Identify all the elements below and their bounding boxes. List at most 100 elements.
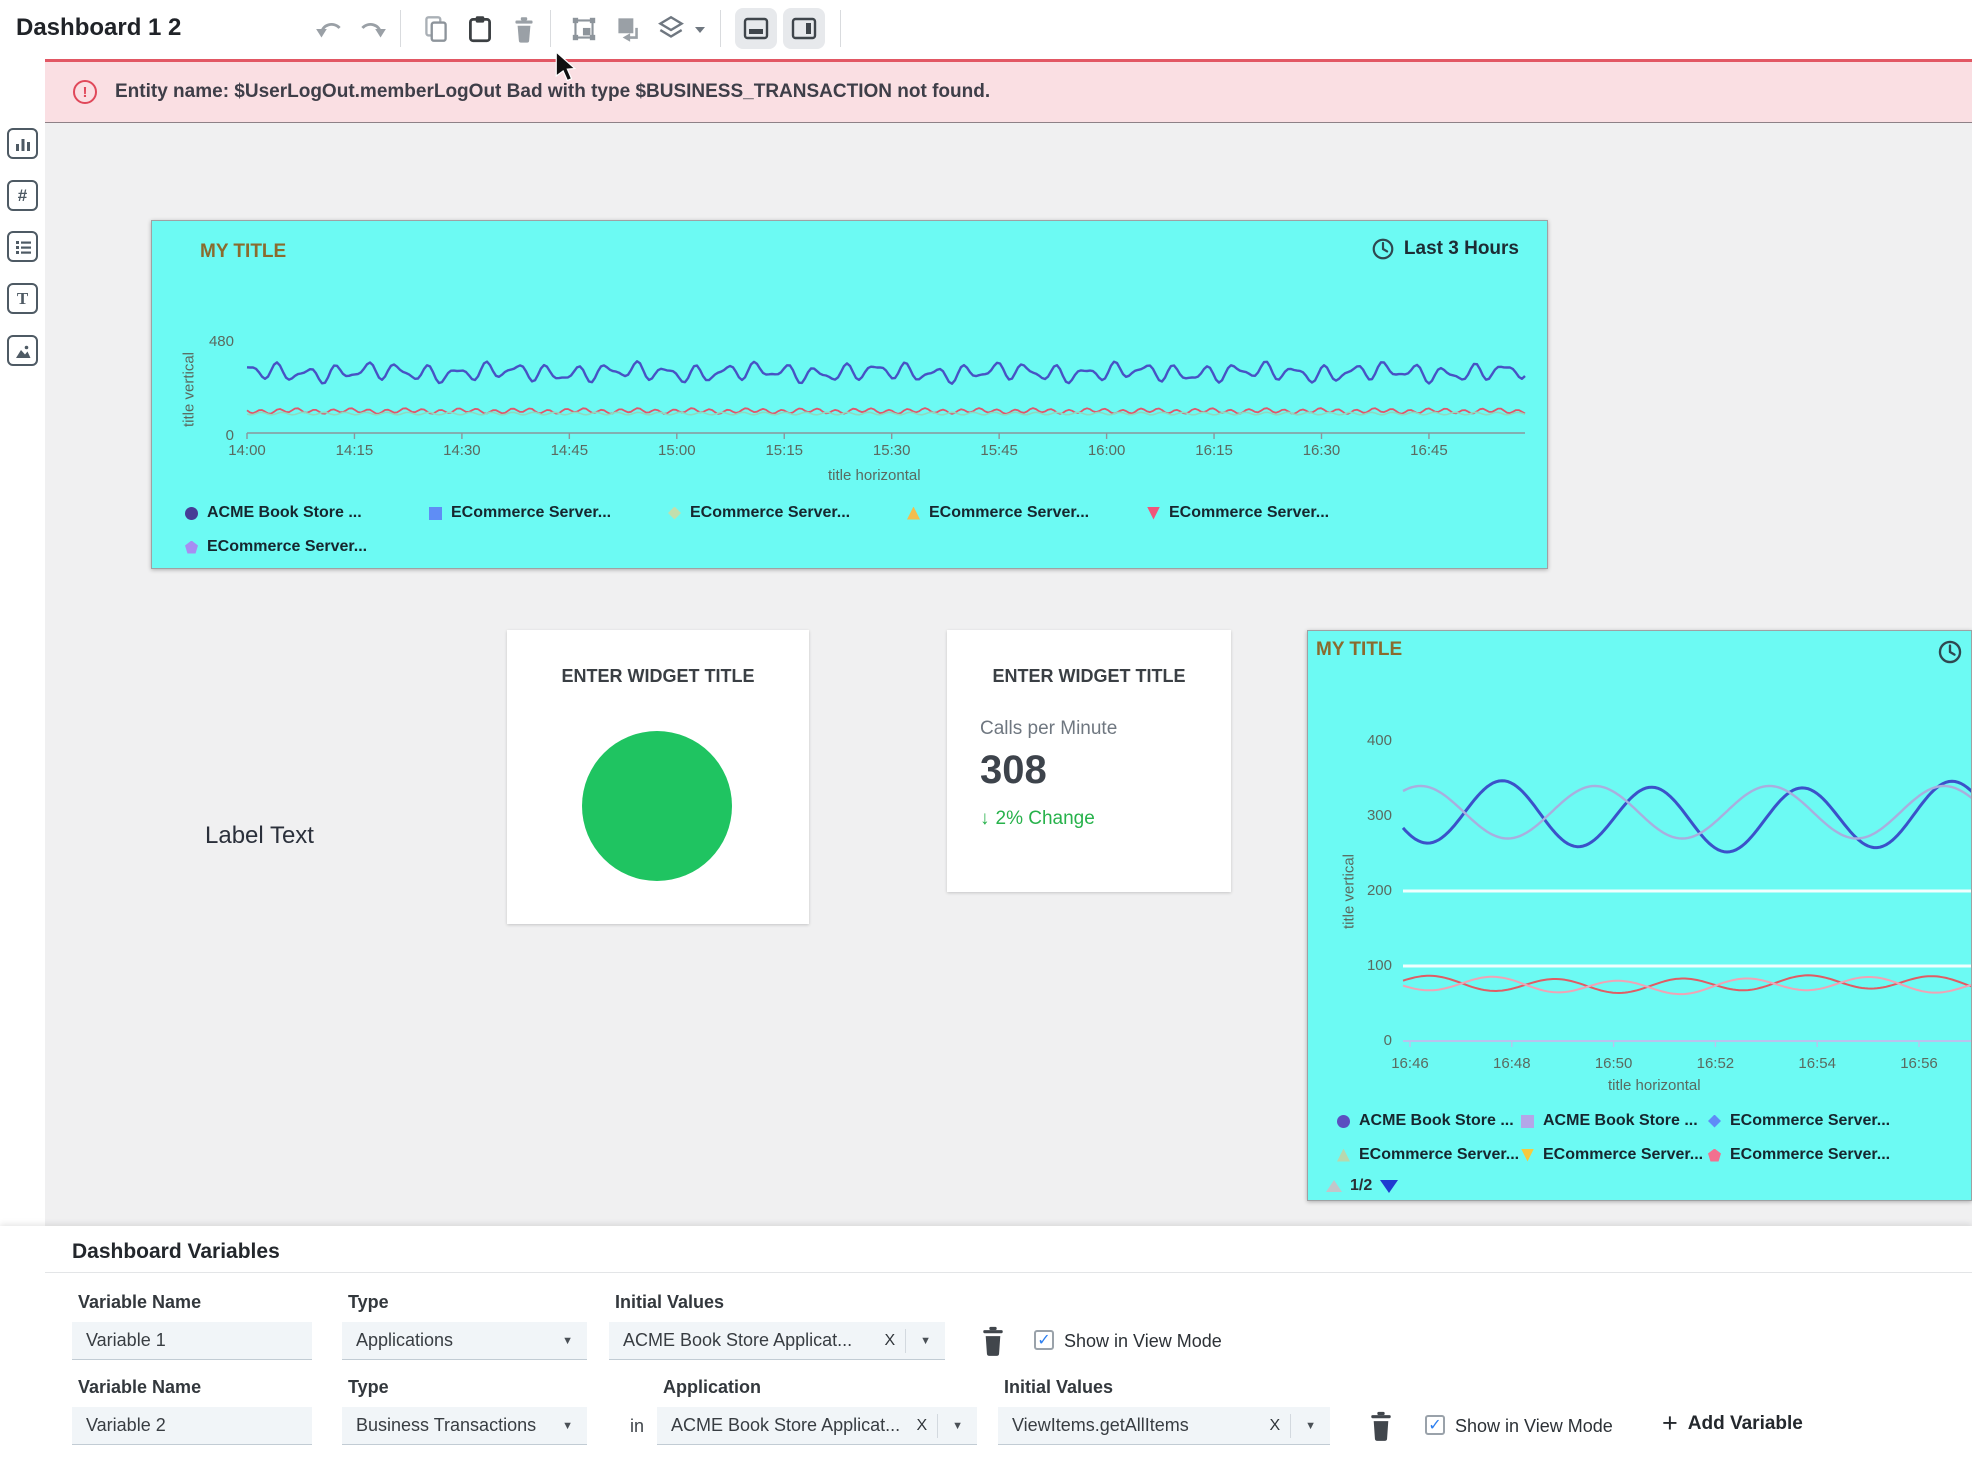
x-axis-tick: 16:15 (1182, 442, 1246, 459)
circle-marker-icon (185, 507, 198, 520)
type-select[interactable]: Applications ▼ (342, 1322, 587, 1360)
add-image-widget-button[interactable] (7, 335, 38, 366)
chevron-down-icon[interactable]: ▼ (906, 1335, 945, 1347)
trash-icon[interactable] (508, 13, 540, 45)
x-axis-tick: 16:50 (1582, 1055, 1646, 1072)
time-range-label: Last 3 Hours (1404, 238, 1519, 260)
add-text-widget-button[interactable]: T (7, 283, 38, 314)
x-axis-title: title horizontal (828, 467, 921, 484)
health-widget[interactable]: ENTER WIDGET TITLE (507, 630, 809, 924)
add-chart-widget-button[interactable] (7, 128, 38, 159)
x-axis-tick: 15:30 (860, 442, 924, 459)
remove-token-icon[interactable]: X (1259, 1417, 1290, 1435)
chevron-down-icon: ▼ (562, 1420, 587, 1432)
x-axis-tick: 15:45 (967, 442, 1031, 459)
x-axis-tick: 14:45 (537, 442, 601, 459)
initial-values-field[interactable]: ACME Book Store Applicat... X ▼ (609, 1322, 945, 1360)
widget-title: ENTER WIDGET TITLE (507, 666, 809, 687)
metric-widget[interactable]: ENTER WIDGET TITLE Calls per Minute 308 … (947, 630, 1231, 892)
add-variable-button[interactable]: + Add Variable (1662, 1410, 1803, 1437)
down-arrow-icon: ↓ (980, 808, 990, 830)
legend-label: ECommerce Server... (1169, 504, 1329, 522)
legend-item[interactable]: ECommerce Server... (1337, 1146, 1519, 1164)
show-in-view-mode-checkbox[interactable]: ✓ (1425, 1415, 1445, 1435)
delete-variable-icon[interactable] (978, 1324, 1008, 1358)
clock-icon[interactable] (1937, 639, 1963, 665)
legend-item[interactable]: ACME Book Store ... (1337, 1112, 1514, 1130)
add-number-widget-button[interactable]: # (7, 180, 38, 211)
undo-icon[interactable] (314, 13, 346, 45)
chevron-down-icon: ▼ (562, 1335, 587, 1347)
add-variable-label: Add Variable (1688, 1413, 1803, 1435)
toolbar-separator (400, 10, 401, 47)
chevron-down-icon[interactable]: ▼ (1291, 1420, 1330, 1432)
legend-item[interactable]: ECommerce Server... (1521, 1146, 1703, 1164)
bring-to-front-icon[interactable] (568, 13, 600, 45)
type-value: Applications (342, 1330, 562, 1351)
time-range[interactable]: Last 3 Hours (1371, 237, 1519, 261)
x-axis-tick: 16:56 (1887, 1055, 1951, 1072)
dashboard-canvas[interactable]: MY TITLE Last 3 Hours title vertical 480… (45, 123, 1972, 1226)
legend-item[interactable]: ECommerce Server... (1708, 1146, 1890, 1164)
remove-token-icon[interactable]: X (874, 1332, 905, 1350)
type-select[interactable]: Business Transactions ▼ (342, 1407, 587, 1445)
legend-item[interactable]: ECommerce Server... (907, 504, 1089, 522)
toggle-right-panel-button[interactable] (783, 8, 825, 49)
panel-title: Dashboard Variables (72, 1240, 280, 1264)
legend-label: ACME Book Store ... (207, 504, 362, 522)
initial-values-field[interactable]: ViewItems.getAllItems X ▼ (998, 1407, 1330, 1445)
legend-item[interactable]: ECommerce Server... (1147, 504, 1329, 522)
circle-marker-icon (1337, 1115, 1350, 1128)
toggle-bottom-panel-button[interactable] (735, 8, 777, 49)
chevron-down-icon[interactable]: ▼ (938, 1420, 977, 1432)
initial-value-token: ACME Book Store Applicat... (609, 1330, 874, 1351)
legend-item[interactable]: ECommerce Server... (429, 504, 611, 522)
variable-name-label: Variable Name (78, 1292, 201, 1313)
copy-icon[interactable] (420, 13, 452, 45)
hash-icon: # (18, 186, 27, 206)
timeseries-widget-2[interactable]: MY TITLE title vertical 4003002001000 16… (1307, 630, 1972, 1201)
delete-variable-icon[interactable] (1366, 1409, 1396, 1443)
y-axis-tick: 200 (1346, 882, 1392, 899)
legend-item[interactable]: ECommerce Server... (668, 504, 850, 522)
x-axis-tick: 16:30 (1290, 442, 1354, 459)
timeseries-widget-1[interactable]: MY TITLE Last 3 Hours title vertical 480… (151, 220, 1548, 569)
pager-down-icon[interactable] (1380, 1180, 1398, 1193)
initial-values-label: Initial Values (615, 1292, 724, 1313)
error-message: Entity name: $UserLogOut.memberLogOut Ba… (115, 81, 990, 103)
application-field[interactable]: ACME Book Store Applicat... X ▼ (657, 1407, 977, 1445)
diamond-marker-icon (1708, 1115, 1721, 1128)
legend-label: ECommerce Server... (1730, 1146, 1890, 1164)
y-axis-tick: 100 (1346, 957, 1392, 974)
legend-item[interactable]: ECommerce Server... (1708, 1112, 1890, 1130)
send-to-back-icon[interactable] (612, 13, 644, 45)
variable-name-input[interactable] (72, 1330, 312, 1351)
health-status-circle (582, 731, 732, 881)
legend-pager: 1/2 (1326, 1177, 1398, 1195)
pentagon-marker-icon (185, 541, 198, 554)
y-axis-tick: 0 (1346, 1032, 1392, 1049)
layers-caret-icon[interactable] (692, 13, 708, 45)
show-in-view-mode-label: Show in View Mode (1455, 1416, 1613, 1437)
pager-up-icon[interactable] (1326, 1180, 1342, 1192)
show-in-view-mode-checkbox[interactable]: ✓ (1034, 1330, 1054, 1350)
redo-icon[interactable] (356, 13, 388, 45)
add-list-widget-button[interactable] (7, 231, 38, 262)
toolbar-separator (550, 10, 551, 47)
label-text-widget[interactable]: Label Text (205, 822, 314, 850)
remove-token-icon[interactable]: X (906, 1417, 937, 1435)
legend-item[interactable]: ACME Book Store ... (1521, 1112, 1698, 1130)
page-title: Dashboard 1 2 (16, 14, 181, 42)
legend-item[interactable]: ECommerce Server... (185, 538, 367, 556)
plus-icon: + (1662, 1410, 1678, 1437)
paste-icon[interactable] (464, 13, 496, 45)
x-axis-tick: 16:48 (1480, 1055, 1544, 1072)
triangle-up-marker-icon (907, 507, 920, 520)
chart1-plot (240, 324, 1532, 444)
layers-icon[interactable] (655, 13, 687, 45)
legend-item[interactable]: ACME Book Store ... (185, 504, 362, 522)
x-axis-tick: 16:45 (1397, 442, 1461, 459)
x-axis-tick: 16:54 (1785, 1055, 1849, 1072)
y-axis-tick: 300 (1346, 807, 1392, 824)
variable-name-input[interactable] (72, 1415, 312, 1436)
